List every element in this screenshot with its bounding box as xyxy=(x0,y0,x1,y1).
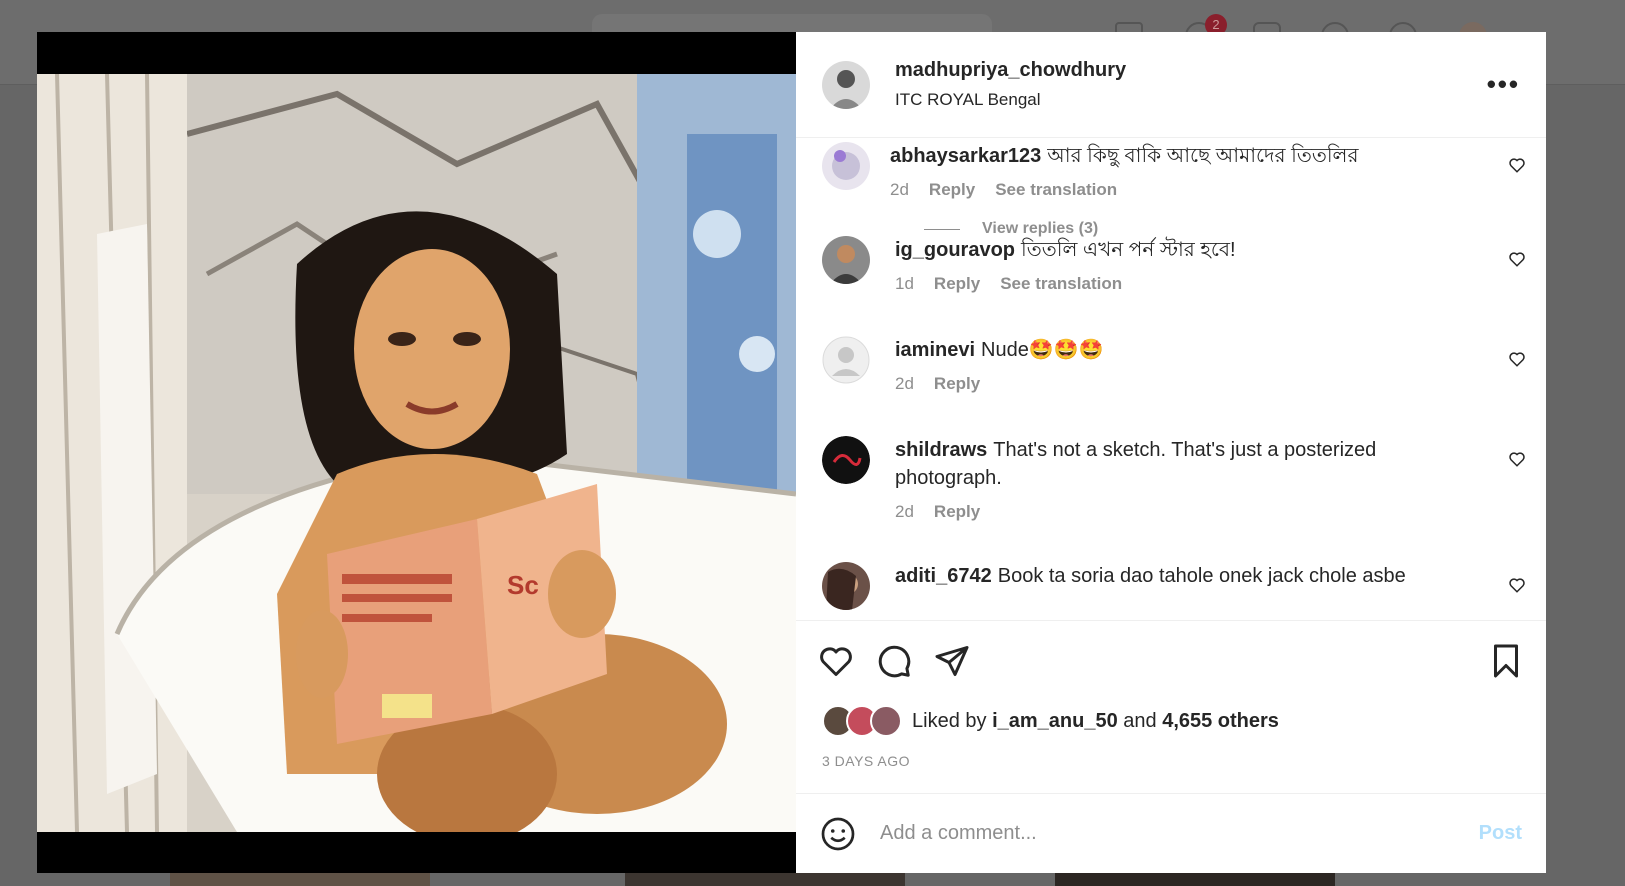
post-photo[interactable]: Sc xyxy=(37,74,796,832)
see-translation-button[interactable]: See translation xyxy=(1000,274,1122,293)
svg-text:Sc: Sc xyxy=(507,570,539,600)
post-media: Sc xyxy=(37,32,796,873)
post-panel: madhupriya_chowdhury ITC ROYAL Bengal ••… xyxy=(796,32,1546,873)
liker-username[interactable]: i_am_anu_50 xyxy=(992,710,1118,732)
comment-text: Book ta soria dao tahole onek jack chole… xyxy=(997,565,1406,587)
like-comment-heart-icon[interactable] xyxy=(1508,250,1526,268)
comment-time: 2d xyxy=(895,502,914,521)
reply-button[interactable]: Reply xyxy=(934,502,980,521)
comment-time: 2d xyxy=(890,180,909,199)
comment-item: shildraws That's not a sketch. That's jus… xyxy=(822,436,1526,522)
liker-avatar xyxy=(870,705,902,737)
comment-username[interactable]: abhaysarkar123 xyxy=(890,145,1041,167)
comment-item: iaminevi Nude🤩🤩🤩 2d Reply xyxy=(822,336,1526,394)
add-comment-bar: Post xyxy=(796,793,1546,873)
comment-time: 1d xyxy=(895,274,914,293)
commenter-avatar[interactable] xyxy=(822,436,870,484)
reply-button[interactable]: Reply xyxy=(934,274,980,293)
post-modal: Sc madhupriya_chowdhury ITC ROYAL Bengal… xyxy=(37,32,1546,873)
comments-list[interactable]: abhaysarkar123 আর কিছু বাকি আছে আমাদের তি… xyxy=(796,138,1546,621)
like-comment-heart-icon[interactable] xyxy=(1508,350,1526,368)
comment-username[interactable]: iaminevi xyxy=(895,339,975,361)
comment-input[interactable] xyxy=(878,821,1479,846)
likes-others-link[interactable]: 4,655 others xyxy=(1162,710,1279,732)
comment-username[interactable]: shildraws xyxy=(895,439,987,461)
comment-item: aditi_6742 Book ta soria dao tahole onek … xyxy=(822,562,1526,610)
commenter-avatar[interactable] xyxy=(822,142,870,190)
more-options-icon[interactable]: ••• xyxy=(1487,69,1520,100)
comment-username[interactable]: ig_gouravop xyxy=(895,239,1015,261)
author-avatar[interactable] xyxy=(822,60,870,109)
see-translation-button[interactable]: See translation xyxy=(995,180,1117,199)
comment-text: তিতলি এখন পর্ন স্টার হবে! xyxy=(1021,239,1236,261)
post-location[interactable]: ITC ROYAL Bengal xyxy=(895,90,1487,110)
commenter-avatar[interactable] xyxy=(822,236,870,284)
comment-bubble-icon[interactable] xyxy=(876,643,912,679)
liker-avatars[interactable] xyxy=(822,705,902,737)
post-comment-button[interactable]: Post xyxy=(1479,822,1522,845)
reply-button[interactable]: Reply xyxy=(929,180,975,199)
comment-text: Nude🤩🤩🤩 xyxy=(981,339,1104,361)
emoji-icon[interactable] xyxy=(820,816,856,852)
likes-summary: Liked by i_am_anu_50 and 4,655 others xyxy=(796,701,1546,741)
comment-time: 2d xyxy=(895,374,914,393)
like-comment-heart-icon[interactable] xyxy=(1508,450,1526,468)
reply-button[interactable]: Reply xyxy=(934,374,980,393)
post-timestamp[interactable]: 3 DAYS AGO xyxy=(796,753,1546,787)
like-comment-heart-icon[interactable] xyxy=(1508,576,1526,594)
comment-username[interactable]: aditi_6742 xyxy=(895,565,992,587)
commenter-avatar[interactable] xyxy=(822,336,870,384)
comment-item: abhaysarkar123 আর কিছু বাকি আছে আমাদের তি… xyxy=(822,142,1526,237)
like-heart-icon[interactable] xyxy=(818,643,854,679)
post-actions xyxy=(796,621,1546,701)
comment-text: আর কিছু বাকি আছে আমাদের তিতলির xyxy=(1047,145,1359,167)
comment-item: ig_gouravop তিতলি এখন পর্ন স্টার হবে! 1d R… xyxy=(822,236,1526,294)
like-comment-heart-icon[interactable] xyxy=(1508,156,1526,174)
author-username[interactable]: madhupriya_chowdhury xyxy=(895,59,1487,82)
share-paper-plane-icon[interactable] xyxy=(934,643,970,679)
likes-text: Liked by i_am_anu_50 and 4,655 others xyxy=(912,709,1279,732)
save-bookmark-icon[interactable] xyxy=(1488,643,1524,679)
post-header: madhupriya_chowdhury ITC ROYAL Bengal ••… xyxy=(796,32,1546,138)
commenter-avatar[interactable] xyxy=(822,562,870,610)
